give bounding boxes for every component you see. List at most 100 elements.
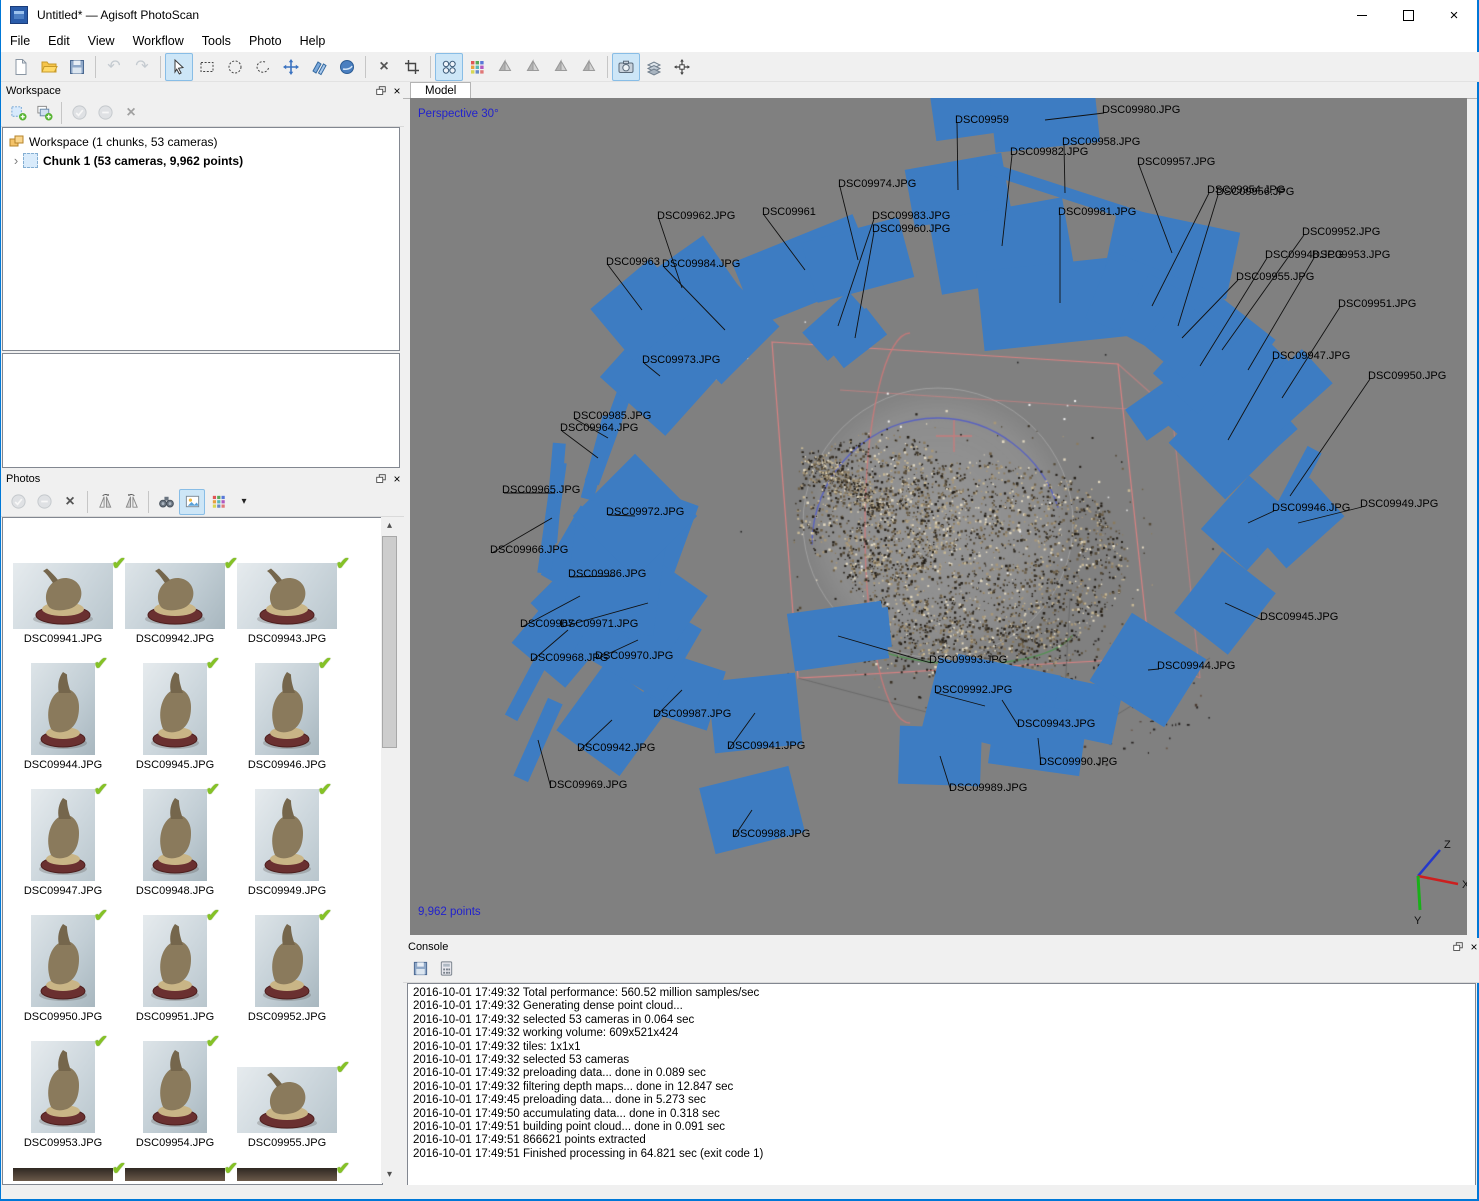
menu-view[interactable]: View	[79, 32, 124, 50]
console-close-icon[interactable]: ×	[1466, 940, 1479, 954]
delete-selection-button[interactable]: ×	[370, 53, 398, 81]
photos-float-icon[interactable]	[373, 472, 389, 486]
close-button[interactable]: ×	[1431, 0, 1477, 30]
script-tool-button[interactable]	[433, 956, 459, 982]
photo-thumbnail[interactable]: ✔	[31, 789, 95, 881]
console-log[interactable]: 2016-10-01 17:49:32 Total performance: 5…	[407, 983, 1476, 1186]
new-project-button[interactable]	[7, 53, 35, 81]
photo-item[interactable]: ✔DSC09948.JPG	[119, 774, 231, 900]
move-region-button[interactable]	[668, 53, 696, 81]
photo-thumbnail[interactable]: ✔	[255, 915, 319, 1007]
model-viewport[interactable]: DSC09962.JPGDSC09961DSC09974.JPGDSC09959…	[410, 98, 1467, 935]
disable-item-button[interactable]	[92, 100, 118, 126]
find-photo-button[interactable]	[153, 489, 179, 515]
scale-object-button[interactable]	[333, 53, 361, 81]
photo-thumbnail[interactable]: ✔	[143, 663, 207, 755]
disable-camera-button[interactable]	[31, 489, 57, 515]
enable-camera-button[interactable]	[5, 489, 31, 515]
show-ortho-button[interactable]	[640, 53, 668, 81]
enable-item-button[interactable]	[66, 100, 92, 126]
photo-item[interactable]: ✔DSC09955.JPG	[231, 1026, 343, 1152]
menu-workflow[interactable]: Workflow	[124, 32, 193, 50]
photo-item[interactable]: ✔DSC09945.JPG	[119, 648, 231, 774]
circle-selection-button[interactable]	[221, 53, 249, 81]
photo-thumbnail[interactable]: ✔	[13, 563, 113, 629]
move-object-button[interactable]	[277, 53, 305, 81]
redo-button[interactable]: ↷	[128, 53, 156, 81]
photo-thumbnail[interactable]: ✔	[255, 789, 319, 881]
show-colored-points-button[interactable]	[463, 53, 491, 81]
photo-item[interactable]: ✔DSC09943.JPG	[231, 522, 343, 648]
photo-item[interactable]: ✔DSC09946.JPG	[231, 648, 343, 774]
photo-thumbnail[interactable]: ✔	[13, 1168, 113, 1181]
maximize-button[interactable]	[1385, 0, 1431, 30]
photo-thumbnail[interactable]: ✔	[237, 563, 337, 629]
photo-item[interactable]: ✔DSC09944.JPG	[7, 648, 119, 774]
chunk-row[interactable]: › Chunk 1 (53 cameras, 9,962 points)	[3, 151, 399, 170]
photo-thumbnail[interactable]: ✔	[143, 915, 207, 1007]
thumbnail-view-button[interactable]	[205, 489, 231, 515]
save-log-button[interactable]	[407, 956, 433, 982]
photo-thumbnail[interactable]: ✔	[237, 1067, 337, 1133]
undo-button[interactable]: ↶	[100, 53, 128, 81]
photo-item[interactable]: ✔DSC09950.JPG	[7, 900, 119, 1026]
rotate-object-button[interactable]	[305, 53, 333, 81]
chunk-expander-icon[interactable]: ›	[9, 153, 23, 168]
remove-camera-button[interactable]: ×	[57, 489, 83, 515]
scroll-up-icon[interactable]: ▴	[381, 517, 398, 534]
photo-thumbnail[interactable]: ✔	[125, 563, 225, 629]
menu-file[interactable]: File	[1, 32, 39, 50]
workspace-float-icon[interactable]	[373, 84, 389, 98]
photo-thumbnail[interactable]: ✔	[143, 1041, 207, 1133]
rectangle-selection-button[interactable]	[193, 53, 221, 81]
workspace-root-row[interactable]: Workspace (1 chunks, 53 cameras)	[3, 132, 399, 151]
photo-thumbnail[interactable]: ✔	[31, 915, 95, 1007]
photo-thumbnail[interactable]: ✔	[31, 663, 95, 755]
view-wireframe-button[interactable]	[547, 53, 575, 81]
photo-thumbnail[interactable]: ✔	[143, 789, 207, 881]
menu-edit[interactable]: Edit	[39, 32, 79, 50]
photo-item[interactable]: ✔DSC09954.JPG	[119, 1026, 231, 1152]
photo-thumbnail[interactable]: ✔	[237, 1168, 337, 1181]
open-project-button[interactable]	[35, 53, 63, 81]
view-shaded-button[interactable]	[491, 53, 519, 81]
add-photos-button[interactable]	[31, 100, 57, 126]
minimize-button[interactable]	[1339, 0, 1385, 30]
show-points-button[interactable]	[435, 53, 463, 81]
photo-thumbnail[interactable]: ✔	[255, 663, 319, 755]
remove-item-button[interactable]: ×	[118, 100, 144, 126]
photos-list[interactable]: ✔DSC09941.JPG✔DSC09942.JPG✔DSC09943.JPG✔…	[2, 517, 383, 1185]
menu-photo[interactable]: Photo	[240, 32, 291, 50]
photo-thumbnail[interactable]: ✔	[125, 1168, 225, 1181]
photo-item[interactable]: ✔DSC09942.JPG	[119, 522, 231, 648]
save-project-button[interactable]	[63, 53, 91, 81]
photo-item[interactable]: ✔DSC09947.JPG	[7, 774, 119, 900]
photo-item-partial[interactable]: ✔	[119, 1152, 231, 1185]
view-textured-button[interactable]	[575, 53, 603, 81]
thumbnail-view-caret-button[interactable]: ▾	[231, 489, 257, 515]
tab-model[interactable]: Model	[410, 82, 471, 99]
rotate-left-button[interactable]	[92, 489, 118, 515]
view-solid-button[interactable]	[519, 53, 547, 81]
scrollbar-thumb[interactable]	[382, 536, 397, 748]
console-float-icon[interactable]	[1450, 940, 1466, 954]
photo-item[interactable]: ✔DSC09941.JPG	[7, 522, 119, 648]
rotate-right-button[interactable]	[118, 489, 144, 515]
photo-item[interactable]: ✔DSC09952.JPG	[231, 900, 343, 1026]
show-cameras-button[interactable]	[612, 53, 640, 81]
menu-tools[interactable]: Tools	[193, 32, 240, 50]
photo-item-partial[interactable]: ✔	[231, 1152, 343, 1185]
photo-item[interactable]: ✔DSC09953.JPG	[7, 1026, 119, 1152]
scroll-down-icon[interactable]: ▾	[381, 1166, 398, 1183]
photo-thumbnail[interactable]: ✔	[31, 1041, 95, 1133]
photos-close-icon[interactable]: ×	[389, 472, 405, 486]
preview-mode-button[interactable]	[179, 489, 205, 515]
photo-item[interactable]: ✔DSC09951.JPG	[119, 900, 231, 1026]
workspace-tree[interactable]: Workspace (1 chunks, 53 cameras) › Chunk…	[2, 127, 400, 351]
navigation-tool-button[interactable]	[165, 53, 193, 81]
crop-selection-button[interactable]	[398, 53, 426, 81]
photos-scrollbar[interactable]: ▴ ▾	[381, 517, 398, 1183]
freeform-selection-button[interactable]	[249, 53, 277, 81]
photo-item-partial[interactable]: ✔	[7, 1152, 119, 1185]
photo-item[interactable]: ✔DSC09949.JPG	[231, 774, 343, 900]
